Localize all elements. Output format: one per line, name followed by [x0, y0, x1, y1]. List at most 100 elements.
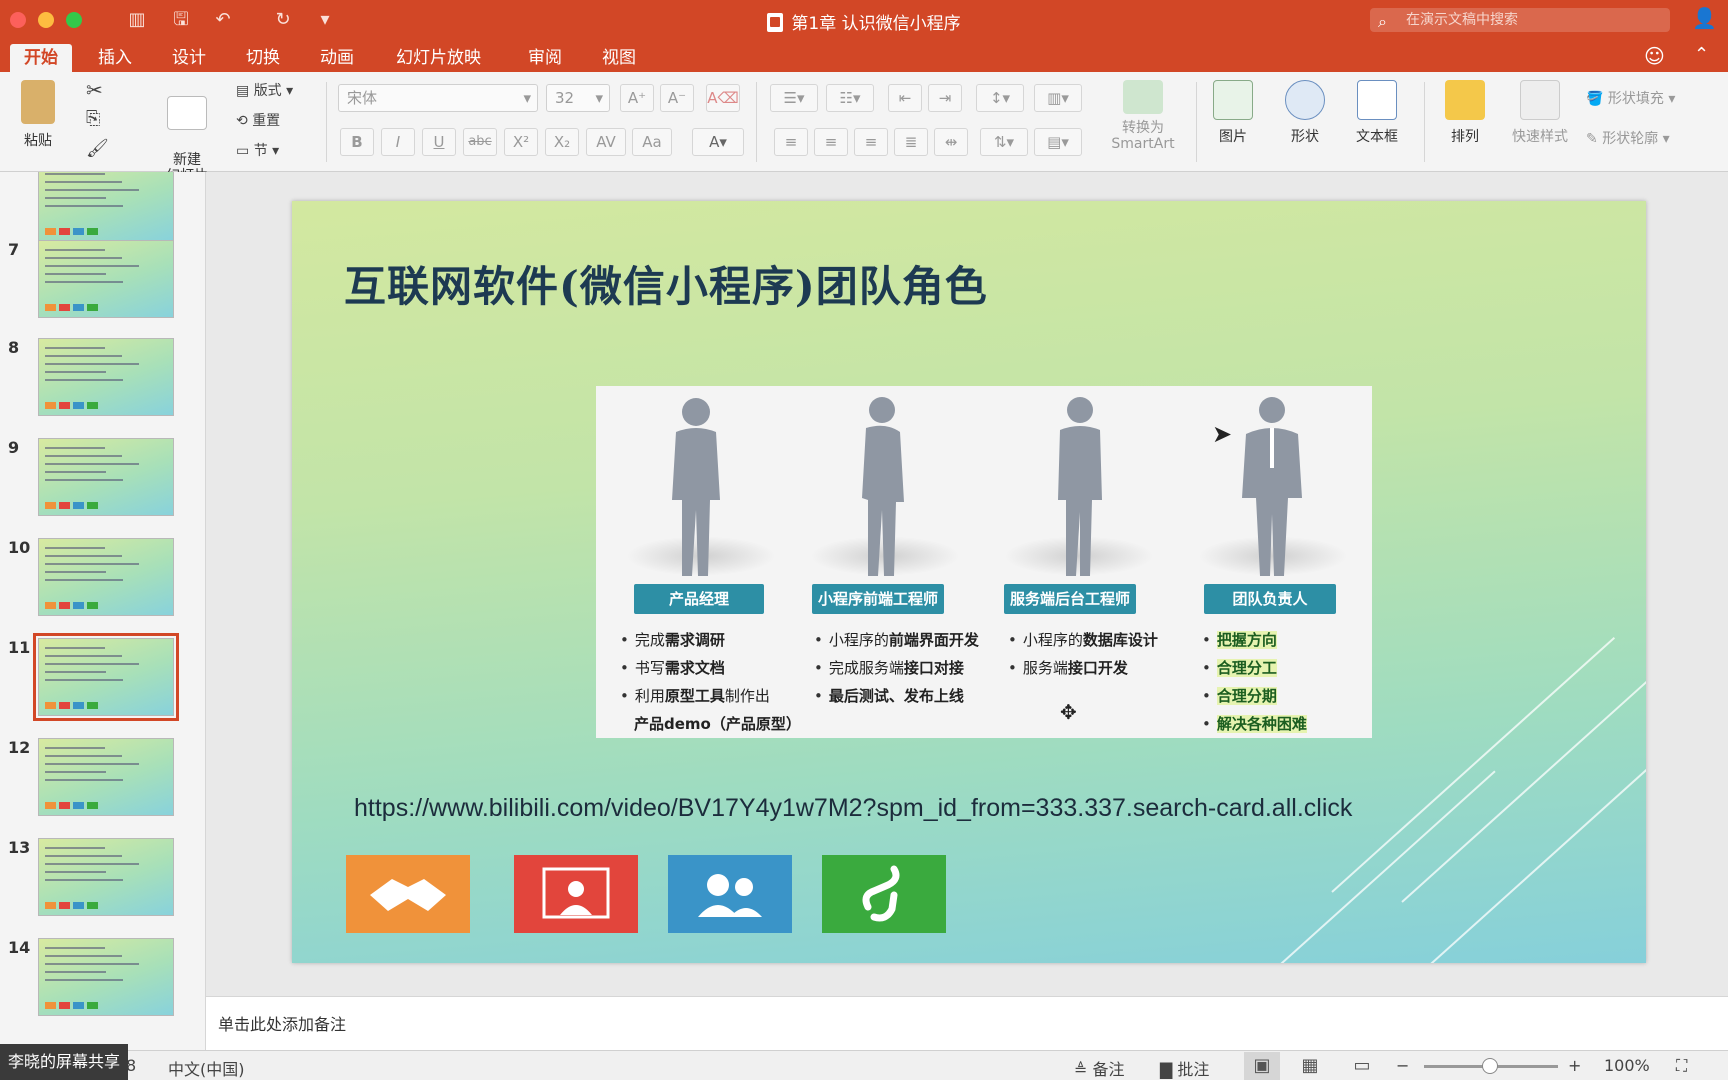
decrease-indent-icon[interactable]: ⇤: [888, 84, 922, 112]
tab-animations[interactable]: 动画: [306, 44, 368, 72]
paste-button[interactable]: 粘贴: [10, 80, 66, 150]
increase-font-icon[interactable]: A⁺: [620, 84, 654, 112]
tab-home[interactable]: 开始: [10, 44, 72, 72]
zoom-out-icon[interactable]: −: [1396, 1056, 1409, 1075]
miniprogram-icon[interactable]: [822, 855, 946, 933]
char-spacing-icon[interactable]: AV: [586, 128, 626, 156]
slide-thumbnail[interactable]: [38, 240, 174, 318]
tab-transitions[interactable]: 切换: [232, 44, 294, 72]
slide-thumbnail[interactable]: [38, 938, 174, 1016]
slide-thumbnail[interactable]: [38, 172, 174, 242]
slide-thumbnail[interactable]: [38, 538, 174, 616]
text-direction-icon[interactable]: ⇅▾: [980, 128, 1028, 156]
picture-button[interactable]: 图片: [1204, 80, 1262, 146]
numbering-icon[interactable]: ☷▾: [826, 84, 874, 112]
font-color-icon[interactable]: A▾: [692, 128, 744, 156]
change-case-icon[interactable]: Aa: [632, 128, 672, 156]
zoom-level[interactable]: 100%: [1604, 1056, 1650, 1075]
new-slide-button[interactable]: 新建 幻灯片: [152, 80, 222, 184]
increase-indent-icon[interactable]: ⇥: [928, 84, 962, 112]
current-slide[interactable]: 互联网软件(微信小程序)团队角色 产品经理 完成需求调研 书写需求文档 利用原型…: [292, 201, 1646, 963]
language-indicator[interactable]: 中文(中国): [168, 1056, 245, 1080]
underline-icon[interactable]: U: [422, 128, 456, 156]
zoom-in-icon[interactable]: +: [1568, 1056, 1581, 1075]
align-center-icon[interactable]: ≡: [814, 128, 848, 156]
clear-format-icon[interactable]: A⌫: [706, 84, 740, 112]
arrange-button[interactable]: 排列: [1436, 80, 1494, 146]
presenter-icon[interactable]: [514, 855, 638, 933]
ribbon-divider: [1424, 82, 1425, 162]
align-right-icon[interactable]: ≡: [854, 128, 888, 156]
notes-placeholder[interactable]: 单击此处添加备注: [218, 1011, 346, 1035]
shape-fill-button[interactable]: 🪣 形状填充 ▾: [1586, 88, 1675, 108]
bullet-item: 小程序的数据库设计: [1008, 626, 1158, 654]
copy-icon[interactable]: ⎘: [86, 108, 100, 129]
superscript-icon[interactable]: X²: [504, 128, 538, 156]
role-bullets: 完成需求调研 书写需求文档 利用原型工具制作出 产品demo（产品原型）: [620, 626, 801, 738]
line-spacing-icon[interactable]: ↕▾: [976, 84, 1024, 112]
strikethrough-icon[interactable]: abc: [463, 128, 497, 156]
mouse-pointer-icon: ➤: [1212, 420, 1233, 448]
reading-view-icon[interactable]: ▭: [1344, 1052, 1380, 1080]
slide-thumbnail-panel[interactable]: 7 8 9 10 11 12 13 14: [0, 172, 206, 1050]
reset-button[interactable]: ⟲ 重置: [236, 110, 280, 130]
tab-view[interactable]: 视图: [588, 44, 650, 72]
fit-to-window-icon[interactable]: ⛶: [1676, 1056, 1687, 1076]
handshake-icon[interactable]: [346, 855, 470, 933]
feedback-smile-icon[interactable]: ☺: [1644, 44, 1665, 68]
thumbnail-icon: [45, 702, 56, 709]
bullet-item: 书写需求文档: [620, 654, 801, 682]
align-left-icon[interactable]: ≡: [774, 128, 808, 156]
italic-icon[interactable]: I: [381, 128, 415, 156]
slide-thumbnail[interactable]: [38, 438, 174, 516]
convert-smartart-button[interactable]: 转换为 SmartArt: [1100, 80, 1186, 152]
video-url-text[interactable]: https://www.bilibili.com/video/BV17Y4y1w…: [354, 794, 1352, 823]
tab-design[interactable]: 设计: [158, 44, 220, 72]
slide-thumbnail[interactable]: [38, 838, 174, 916]
thumbnail-text-line: [45, 971, 106, 973]
layout-button[interactable]: ▤ 版式 ▾: [236, 80, 293, 100]
justify-icon[interactable]: ≣: [894, 128, 928, 156]
slide-sorter-icon[interactable]: ▦: [1292, 1052, 1328, 1080]
thumbnail-icon: [45, 802, 56, 809]
format-painter-icon[interactable]: 🖌: [86, 138, 109, 159]
zoom-slider-handle[interactable]: [1482, 1058, 1498, 1074]
thumbnail-text-line: [45, 755, 122, 757]
add-person-icon[interactable]: 👤: [1692, 6, 1717, 30]
slide-thumbnail-selected[interactable]: [33, 633, 179, 721]
columns-icon[interactable]: ▥▾: [1034, 84, 1082, 112]
notes-pane[interactable]: 单击此处添加备注: [206, 996, 1728, 1050]
decrease-font-icon[interactable]: A⁻: [660, 84, 694, 112]
notes-toggle[interactable]: ≜ 备注: [1074, 1056, 1125, 1080]
slide-thumbnail[interactable]: [38, 738, 174, 816]
cut-icon[interactable]: ✂: [86, 78, 103, 102]
collapse-ribbon-icon[interactable]: ⌃: [1694, 44, 1709, 65]
normal-view-icon[interactable]: ▣: [1244, 1052, 1280, 1080]
quick-styles-button[interactable]: 快速样式: [1506, 80, 1574, 146]
section-button[interactable]: ▭ 节 ▾: [236, 140, 279, 160]
bullets-icon[interactable]: ☰▾: [770, 84, 818, 112]
slide-title[interactable]: 互联网软件(微信小程序)团队角色: [344, 253, 988, 314]
comments-toggle[interactable]: ▇ 批注: [1160, 1056, 1209, 1080]
thumbnail-text-line: [45, 647, 105, 649]
font-size-select[interactable]: 32 ▾: [546, 84, 610, 112]
font-name-select[interactable]: 宋体 ▾: [338, 84, 538, 112]
person-silhouette-icon: [672, 398, 720, 576]
tab-insert[interactable]: 插入: [84, 44, 146, 72]
tab-review[interactable]: 审阅: [514, 44, 576, 72]
bold-icon[interactable]: B: [340, 128, 374, 156]
align-text-icon[interactable]: ▤▾: [1034, 128, 1082, 156]
team-icon[interactable]: [668, 855, 792, 933]
distribute-icon[interactable]: ⇹: [934, 128, 968, 156]
search-input[interactable]: ⌕ 在演示文稿中搜索: [1370, 8, 1670, 32]
slide-thumbnail[interactable]: [38, 338, 174, 416]
roles-image[interactable]: 产品经理 完成需求调研 书写需求文档 利用原型工具制作出 产品demo（产品原型…: [596, 386, 1372, 738]
tab-slideshow[interactable]: 幻灯片放映: [382, 44, 495, 72]
thumbnail-text-line: [45, 479, 123, 481]
role-badge: 小程序前端工程师: [812, 584, 944, 614]
subscript-icon[interactable]: X₂: [545, 128, 579, 156]
shape-outline-button[interactable]: ✎ 形状轮廓 ▾: [1586, 128, 1670, 148]
thumbnail-icon: [87, 902, 98, 909]
shape-button[interactable]: 形状: [1276, 80, 1334, 146]
textbox-button[interactable]: 文本框: [1348, 80, 1406, 146]
